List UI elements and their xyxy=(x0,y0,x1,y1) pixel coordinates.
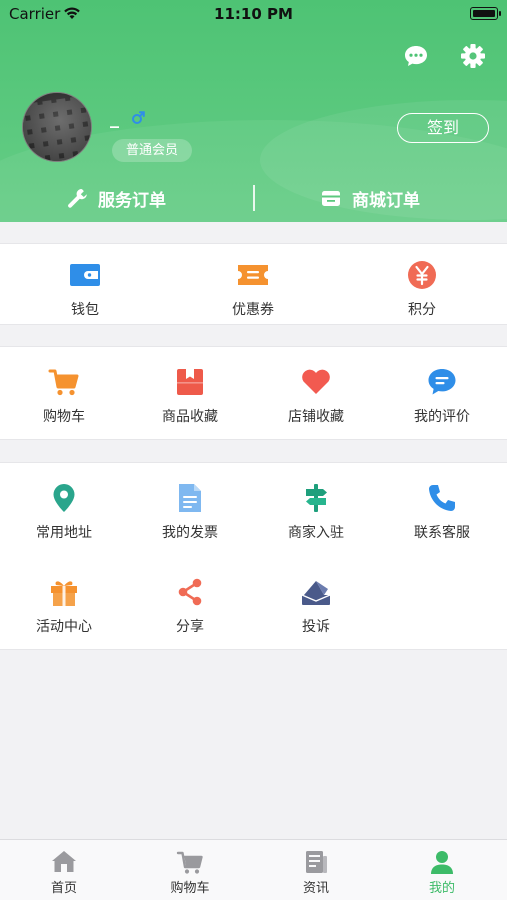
activity-center-item[interactable]: 活动中心 xyxy=(1,575,127,636)
shop-favorite-label: 店铺收藏 xyxy=(288,409,344,425)
merchant-join-item[interactable]: 商家入驻 xyxy=(253,481,379,542)
tab-home-label: 首页 xyxy=(50,881,77,896)
location-icon xyxy=(53,484,75,512)
male-gender-icon xyxy=(132,111,145,124)
tab-home[interactable]: 首页 xyxy=(1,840,127,900)
wallet-item[interactable]: 钱包 xyxy=(22,258,148,319)
comment-icon xyxy=(428,369,456,395)
coupon-label: 优惠券 xyxy=(232,302,274,318)
store-icon xyxy=(322,191,340,206)
battery-icon xyxy=(470,7,501,20)
points-label: 积分 xyxy=(408,302,436,318)
order-row: 服务订单 商城订单 xyxy=(0,178,507,218)
heart-icon xyxy=(302,369,330,394)
address-label: 常用地址 xyxy=(36,525,92,541)
wrench-icon xyxy=(68,189,87,208)
address-item[interactable]: 常用地址 xyxy=(1,481,127,542)
goods-favorite-icon xyxy=(177,369,203,395)
invoice-item[interactable]: 我的发票 xyxy=(127,481,253,542)
invoice-label: 我的发票 xyxy=(162,525,218,541)
mall-orders-label: 商城订单 xyxy=(352,190,420,211)
complaint-icon xyxy=(301,581,331,605)
tab-cart-label: 购物车 xyxy=(170,881,210,896)
cart-item[interactable]: 购物车 xyxy=(1,365,127,426)
goods-favorite-label: 商品收藏 xyxy=(162,409,218,425)
wallet-label: 钱包 xyxy=(71,302,99,318)
tab-news-label: 资讯 xyxy=(302,881,329,896)
signpost-icon xyxy=(306,484,327,512)
points-item[interactable]: 积分 xyxy=(359,258,485,319)
status-bar: Carrier 11:10 PM xyxy=(0,0,507,28)
cart-icon xyxy=(48,369,79,396)
news-icon xyxy=(306,851,327,873)
phone-icon xyxy=(429,485,455,511)
avatar[interactable] xyxy=(22,92,92,162)
cart-label: 购物车 xyxy=(43,409,85,425)
service-orders-button[interactable]: 服务订单 xyxy=(66,178,166,218)
order-divider xyxy=(253,185,255,211)
my-reviews-label: 我的评价 xyxy=(414,409,470,425)
invoice-icon xyxy=(179,484,201,512)
share-label: 分享 xyxy=(176,619,204,635)
customer-service-label: 联系客服 xyxy=(414,525,470,541)
points-yen-icon xyxy=(408,261,436,289)
coupon-item[interactable]: 优惠券 xyxy=(190,258,316,319)
shop-favorite-item[interactable]: 店铺收藏 xyxy=(253,365,379,426)
share-icon xyxy=(178,578,202,606)
gift-icon xyxy=(51,581,77,606)
username: _ xyxy=(110,108,119,129)
complaint-item[interactable]: 投诉 xyxy=(253,575,379,636)
collections-panel: 购物车 商品收藏 店铺收藏 我的评价 xyxy=(0,346,507,440)
services-panel: 常用地址 我的发票 商家入驻 联系客服 活动中心 分享 投诉 xyxy=(0,462,507,650)
customer-service-item[interactable]: 联系客服 xyxy=(379,481,505,542)
complaint-label: 投诉 xyxy=(302,619,330,635)
home-icon xyxy=(52,851,76,872)
user-icon xyxy=(431,851,453,874)
message-icon[interactable] xyxy=(402,42,430,70)
merchant-join-label: 商家入驻 xyxy=(288,525,344,541)
profile-header: Carrier 11:10 PM _ 普通会员 签到 服务订单 商城订单 xyxy=(0,0,507,222)
service-orders-label: 服务订单 xyxy=(98,190,166,211)
assets-panel: 钱包 优惠券 积分 xyxy=(0,243,507,325)
tab-mine[interactable]: 我的 xyxy=(379,840,505,900)
coupon-icon xyxy=(238,265,268,285)
wallet-icon xyxy=(70,264,100,286)
tab-mine-label: 我的 xyxy=(428,881,455,896)
mall-orders-button[interactable]: 商城订单 xyxy=(320,178,420,218)
share-item[interactable]: 分享 xyxy=(127,575,253,636)
status-time: 11:10 PM xyxy=(214,5,293,23)
signin-button[interactable]: 签到 xyxy=(397,113,489,143)
cart-icon xyxy=(176,851,203,874)
member-level-badge: 普通会员 xyxy=(112,139,192,162)
tab-news[interactable]: 资讯 xyxy=(253,840,379,900)
tab-cart[interactable]: 购物车 xyxy=(127,840,253,900)
my-reviews-item[interactable]: 我的评价 xyxy=(379,365,505,426)
goods-favorite-item[interactable]: 商品收藏 xyxy=(127,365,253,426)
activity-center-label: 活动中心 xyxy=(36,619,92,635)
tab-bar: 首页 购物车 资讯 我的 xyxy=(0,839,507,900)
settings-gear-icon[interactable] xyxy=(459,42,487,70)
